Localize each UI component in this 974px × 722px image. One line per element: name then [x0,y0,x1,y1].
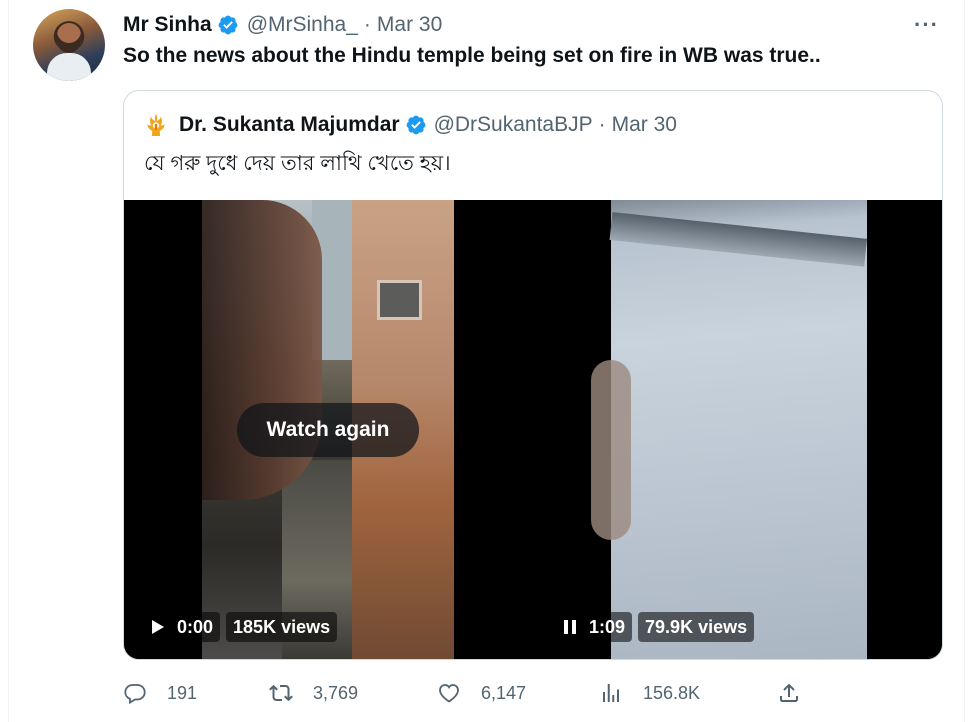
retweet-icon [269,684,293,702]
author-handle[interactable]: @MrSinha_ [247,13,358,37]
author-name[interactable]: Mr Sinha [123,13,212,37]
verified-badge-icon [218,15,238,35]
video-1-controls: 0:00 185K views [144,612,343,642]
video-1-views-label: 185K views [233,616,331,637]
timeline-border-right [964,0,965,722]
video-2-frame [591,200,868,659]
quoted-author-handle[interactable]: @DrSukantaBJP [434,113,593,137]
video-1-views: 185K views [226,612,338,642]
avatar-shirt [47,53,91,81]
share-button[interactable] [777,680,821,706]
author-avatar[interactable] [33,9,105,81]
media-grid: Watch again 0:00 185K views 1:09 79.9K v… [124,200,942,659]
quoted-tweet-text: যে গরু দুধে দেয় তার লাথি খেতে হয়। [144,152,451,175]
play-icon[interactable] [151,619,165,635]
heart-icon [439,684,459,703]
like-button[interactable]: 6,147 [437,680,526,706]
timeline-border-left [8,0,9,722]
more-options-icon[interactable]: ··· [914,12,939,38]
header-separator: · [363,13,371,36]
view-count: 156.8K [643,682,701,703]
video-1-time: 0:00 [177,616,214,637]
pause-icon[interactable] [563,619,577,635]
video-2-pause-time[interactable]: 1:09 [556,612,633,642]
quoted-verified-badge-icon [406,115,425,135]
reply-icon [124,684,146,705]
reply-button[interactable]: 191 [123,680,197,706]
video-2-finger-blur [591,360,631,540]
share-icon [780,683,798,702]
video-2-views-label: 79.9K views [645,616,748,637]
video-2-views: 79.9K views [638,612,755,642]
avatar-head [57,23,81,53]
video-player-1[interactable]: Watch again 0:00 185K views [124,200,532,659]
tweet-header: Mr Sinha @MrSinha_ · Mar 30 [123,11,442,39]
reply-count: 191 [167,682,198,703]
quoted-author-name[interactable]: Dr. Sukanta Majumdar [179,113,400,137]
watch-again-button[interactable]: Watch again [237,403,419,457]
tweet-text: So the news about the Hindu temple being… [123,44,821,67]
views-button[interactable]: 156.8K [599,680,700,706]
video-2-controls: 1:09 79.9K views [556,612,760,642]
tweet-date[interactable]: Mar 30 [377,13,442,37]
video-1-window [377,280,422,320]
quoted-tweet-date[interactable]: Mar 30 [612,113,677,137]
retweet-count: 3,769 [313,682,359,703]
analytics-icon [603,684,619,702]
quoted-tweet-header: Dr. Sukanta Majumdar @DrSukantaBJP · Mar… [144,111,677,139]
quoted-header-separator: · [598,113,606,136]
quoted-tweet[interactable]: Dr. Sukanta Majumdar @DrSukantaBJP · Mar… [123,90,943,660]
quoted-author-avatar[interactable] [144,113,168,137]
retweet-button[interactable]: 3,769 [269,680,358,706]
tweet-actions: 191 3,769 6,147 156.8K [123,680,813,706]
video-player-2[interactable]: 1:09 79.9K views [536,200,942,659]
video-2-time: 1:09 [589,616,626,637]
video-1-play-time[interactable]: 0:00 [144,612,221,642]
like-count: 6,147 [481,682,527,703]
video-2-edge [609,212,868,267]
